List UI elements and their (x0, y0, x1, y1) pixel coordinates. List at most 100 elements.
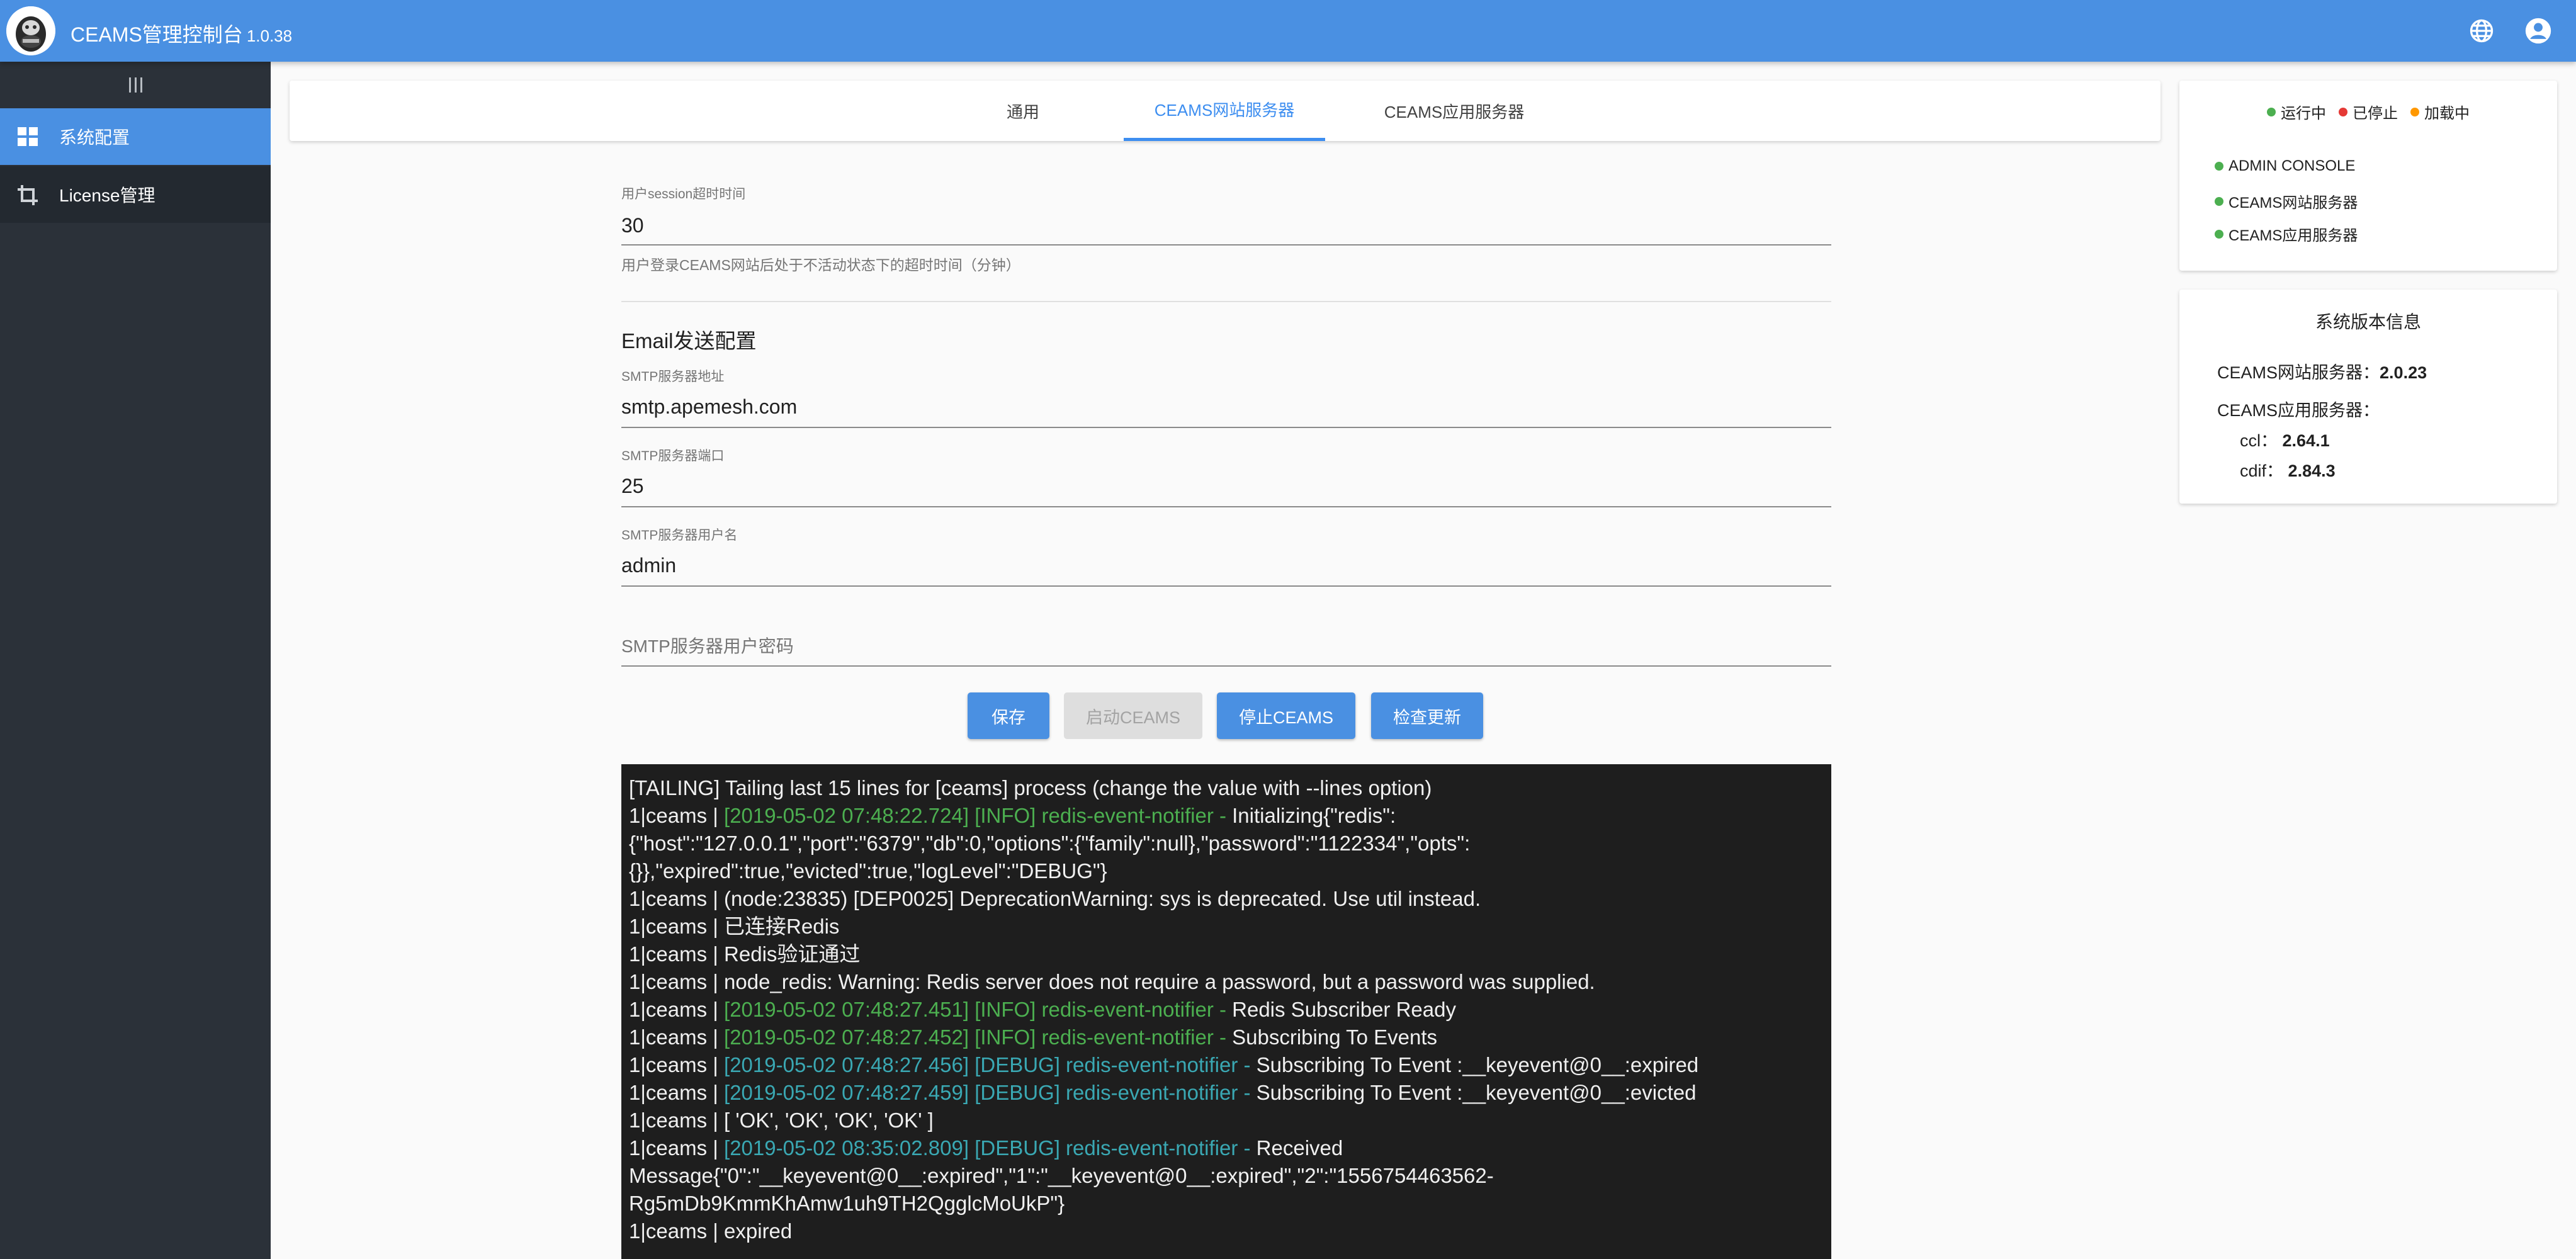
log-line: 1|ceams | [2019-05-02 07:48:27.452] [INF… (629, 1024, 1824, 1051)
log-line: 1|ceams | expired (629, 1217, 1824, 1245)
service-web-server: CEAMS网站服务器 (2215, 190, 2358, 212)
session-timeout-input[interactable]: 30 (621, 214, 644, 237)
log-line: 1|ceams | [2019-05-02 07:48:27.459] [DEB… (629, 1079, 1824, 1107)
cdif-version: cdif： 2.84.3 (2240, 457, 2336, 482)
status-dot (2267, 107, 2276, 116)
smtp-port-label: SMTP服务器端口 (621, 449, 725, 463)
log-text: 1|ceams | node_redis: Warning: Redis ser… (629, 970, 1595, 993)
menu-toggle-icon[interactable] (0, 62, 271, 108)
log-text: 1|ceams | (629, 998, 725, 1021)
input-underline (621, 506, 1831, 507)
logo-avatar (6, 6, 55, 55)
sidebar-item-label: License管理 (59, 186, 155, 205)
check-update-button[interactable]: 检查更新 (1371, 692, 1483, 739)
session-timeout-hint: 用户登录CEAMS网站后处于不活动状态下的超时时间（分钟） (621, 257, 1020, 273)
log-debug-prefix: [2019-05-02 07:48:27.456] [DEBUG] redis-… (724, 1053, 1257, 1076)
start-ceams-button[interactable]: 启动CEAMS (1064, 692, 1202, 739)
log-text: Redis Subscriber Ready (1232, 998, 1456, 1021)
globe-icon[interactable] (2468, 17, 2495, 45)
ccl-version: ccl： 2.64.1 (2240, 427, 2330, 451)
legend-label: 加载中 (2424, 105, 2470, 122)
log-console[interactable]: [TAILING] Tailing last 15 lines for [cea… (621, 764, 1831, 1259)
sidebar-item-license[interactable]: License管理 (0, 166, 271, 223)
log-line: 1|ceams | Redis验证通过 (629, 940, 1824, 968)
version-value: 2.0.23 (2380, 363, 2427, 382)
tab-web-server[interactable]: CEAMS网站服务器 (1124, 81, 1325, 141)
log-info-prefix: [2019-05-02 07:48:22.724] [INFO] redis-e… (724, 804, 1233, 827)
legend-running: 运行中 (2267, 101, 2326, 123)
log-line: 1|ceams | [2019-05-02 07:48:22.724] [INF… (629, 802, 1824, 885)
status-dot (2215, 162, 2223, 171)
stop-ceams-button[interactable]: 停止CEAMS (1217, 692, 1355, 739)
dashboard-icon (18, 127, 38, 146)
tab-app-server[interactable]: CEAMS应用服务器 (1353, 81, 1555, 141)
version-label: CEAMS网站服务器： (2217, 363, 2380, 382)
log-text: 1|ceams | (629, 1053, 725, 1076)
sidebar-item-system-config[interactable]: 系统配置 (0, 108, 271, 165)
log-line: 1|ceams | [2019-05-02 08:35:02.809] [DEB… (629, 1134, 1824, 1217)
log-info-prefix: [2019-05-02 07:48:27.452] [INFO] redis-e… (724, 1025, 1233, 1049)
legend-label: 已停止 (2353, 105, 2398, 122)
legend-stopped: 已停止 (2339, 101, 2398, 123)
log-text: [TAILING] Tailing last 15 lines for [cea… (629, 776, 1432, 799)
input-underline (621, 665, 1831, 667)
section-divider (621, 301, 1831, 302)
log-text: Subscribing To Event :__keyevent@0__:evi… (1256, 1081, 1697, 1104)
log-text: 1|ceams | (629, 804, 725, 827)
email-section-title: Email发送配置 (621, 329, 757, 353)
smtp-password-input[interactable]: SMTP服务器用户密码 (621, 633, 794, 658)
service-app-server: CEAMS应用服务器 (2215, 223, 2358, 245)
log-line: 1|ceams | 已连接Redis (629, 913, 1824, 940)
service-name: ADMIN CONSOLE (2229, 157, 2356, 174)
legend-loading: 加载中 (2410, 101, 2470, 123)
log-text: 1|ceams | expired (629, 1219, 793, 1243)
app-title-text: CEAMS管理控制台 (71, 23, 243, 46)
status-panel: 运行中 已停止 加载中 ADMIN CONSOLE CEAMS网站服务器 CEA… (2179, 81, 2557, 271)
log-line: 1|ceams | [ 'OK', 'OK', 'OK', 'OK' ] (629, 1107, 1824, 1134)
log-text: 1|ceams | (629, 1081, 725, 1104)
sidebar-item-label: 系统配置 (59, 128, 130, 147)
log-text: 1|ceams | 已连接Redis (629, 915, 840, 938)
log-line: [TAILING] Tailing last 15 lines for [cea… (629, 774, 1824, 802)
version-label: cdif： (2240, 461, 2284, 480)
app-version: 1.0.38 (246, 26, 293, 45)
legend-label: 运行中 (2281, 105, 2326, 122)
smtp-user-label: SMTP服务器用户名 (621, 528, 738, 543)
smtp-port-input[interactable]: 25 (621, 475, 644, 498)
log-text: Subscribing To Event :__keyevent@0__:exp… (1256, 1053, 1699, 1076)
session-timeout-label: 用户session超时时间 (621, 187, 746, 201)
status-dot (2215, 196, 2223, 206)
log-text: 1|ceams | Redis验证通过 (629, 942, 861, 966)
status-dot (2339, 107, 2347, 116)
log-text: 1|ceams | (node:23835) [DEP0025] Depreca… (629, 887, 1481, 910)
status-dot (2410, 107, 2419, 116)
version-panel: 系统版本信息 CEAMS网站服务器：2.0.23 CEAMS应用服务器： ccl… (2179, 290, 2557, 504)
input-underline (621, 585, 1831, 587)
tab-bar: 通用 CEAMS网站服务器 CEAMS应用服务器 (290, 81, 2161, 141)
smtp-host-label: SMTP服务器地址 (621, 370, 725, 384)
log-line: 1|ceams | node_redis: Warning: Redis ser… (629, 968, 1824, 996)
version-panel-title: 系统版本信息 (2315, 312, 2421, 332)
log-line: 1|ceams | [2019-05-02 07:48:27.456] [DEB… (629, 1051, 1824, 1079)
log-info-prefix: [2019-05-02 07:48:27.451] [INFO] redis-e… (724, 998, 1233, 1021)
log-line: 1|ceams | [2019-05-02 07:48:27.451] [INF… (629, 996, 1824, 1024)
service-name: CEAMS网站服务器 (2229, 195, 2358, 212)
version-label: ccl： (2240, 431, 2278, 450)
app-title: CEAMS管理控制台 1.0.38 (71, 19, 292, 48)
tab-general[interactable]: 通用 (969, 81, 1076, 141)
log-text: 1|ceams | (629, 1136, 725, 1160)
app-header: CEAMS管理控制台 1.0.38 (0, 0, 2576, 62)
smtp-host-input[interactable]: smtp.apemesh.com (621, 395, 797, 419)
save-button[interactable]: 保存 (968, 692, 1049, 739)
log-line: 1|ceams | (node:23835) [DEP0025] Depreca… (629, 885, 1824, 913)
app-server-version-label: CEAMS应用服务器： (2217, 401, 2380, 420)
smtp-user-input[interactable]: admin (621, 554, 676, 577)
web-server-version: CEAMS网站服务器：2.0.23 (2217, 359, 2427, 383)
account-icon[interactable] (2524, 17, 2552, 45)
log-debug-prefix: [2019-05-02 07:48:27.459] [DEBUG] redis-… (724, 1081, 1257, 1104)
sidebar: 系统配置 License管理 (0, 62, 271, 1259)
service-name: CEAMS应用服务器 (2229, 227, 2358, 244)
log-text: 1|ceams | (629, 1025, 725, 1049)
status-dot (2215, 229, 2223, 239)
crop-icon (18, 185, 38, 205)
